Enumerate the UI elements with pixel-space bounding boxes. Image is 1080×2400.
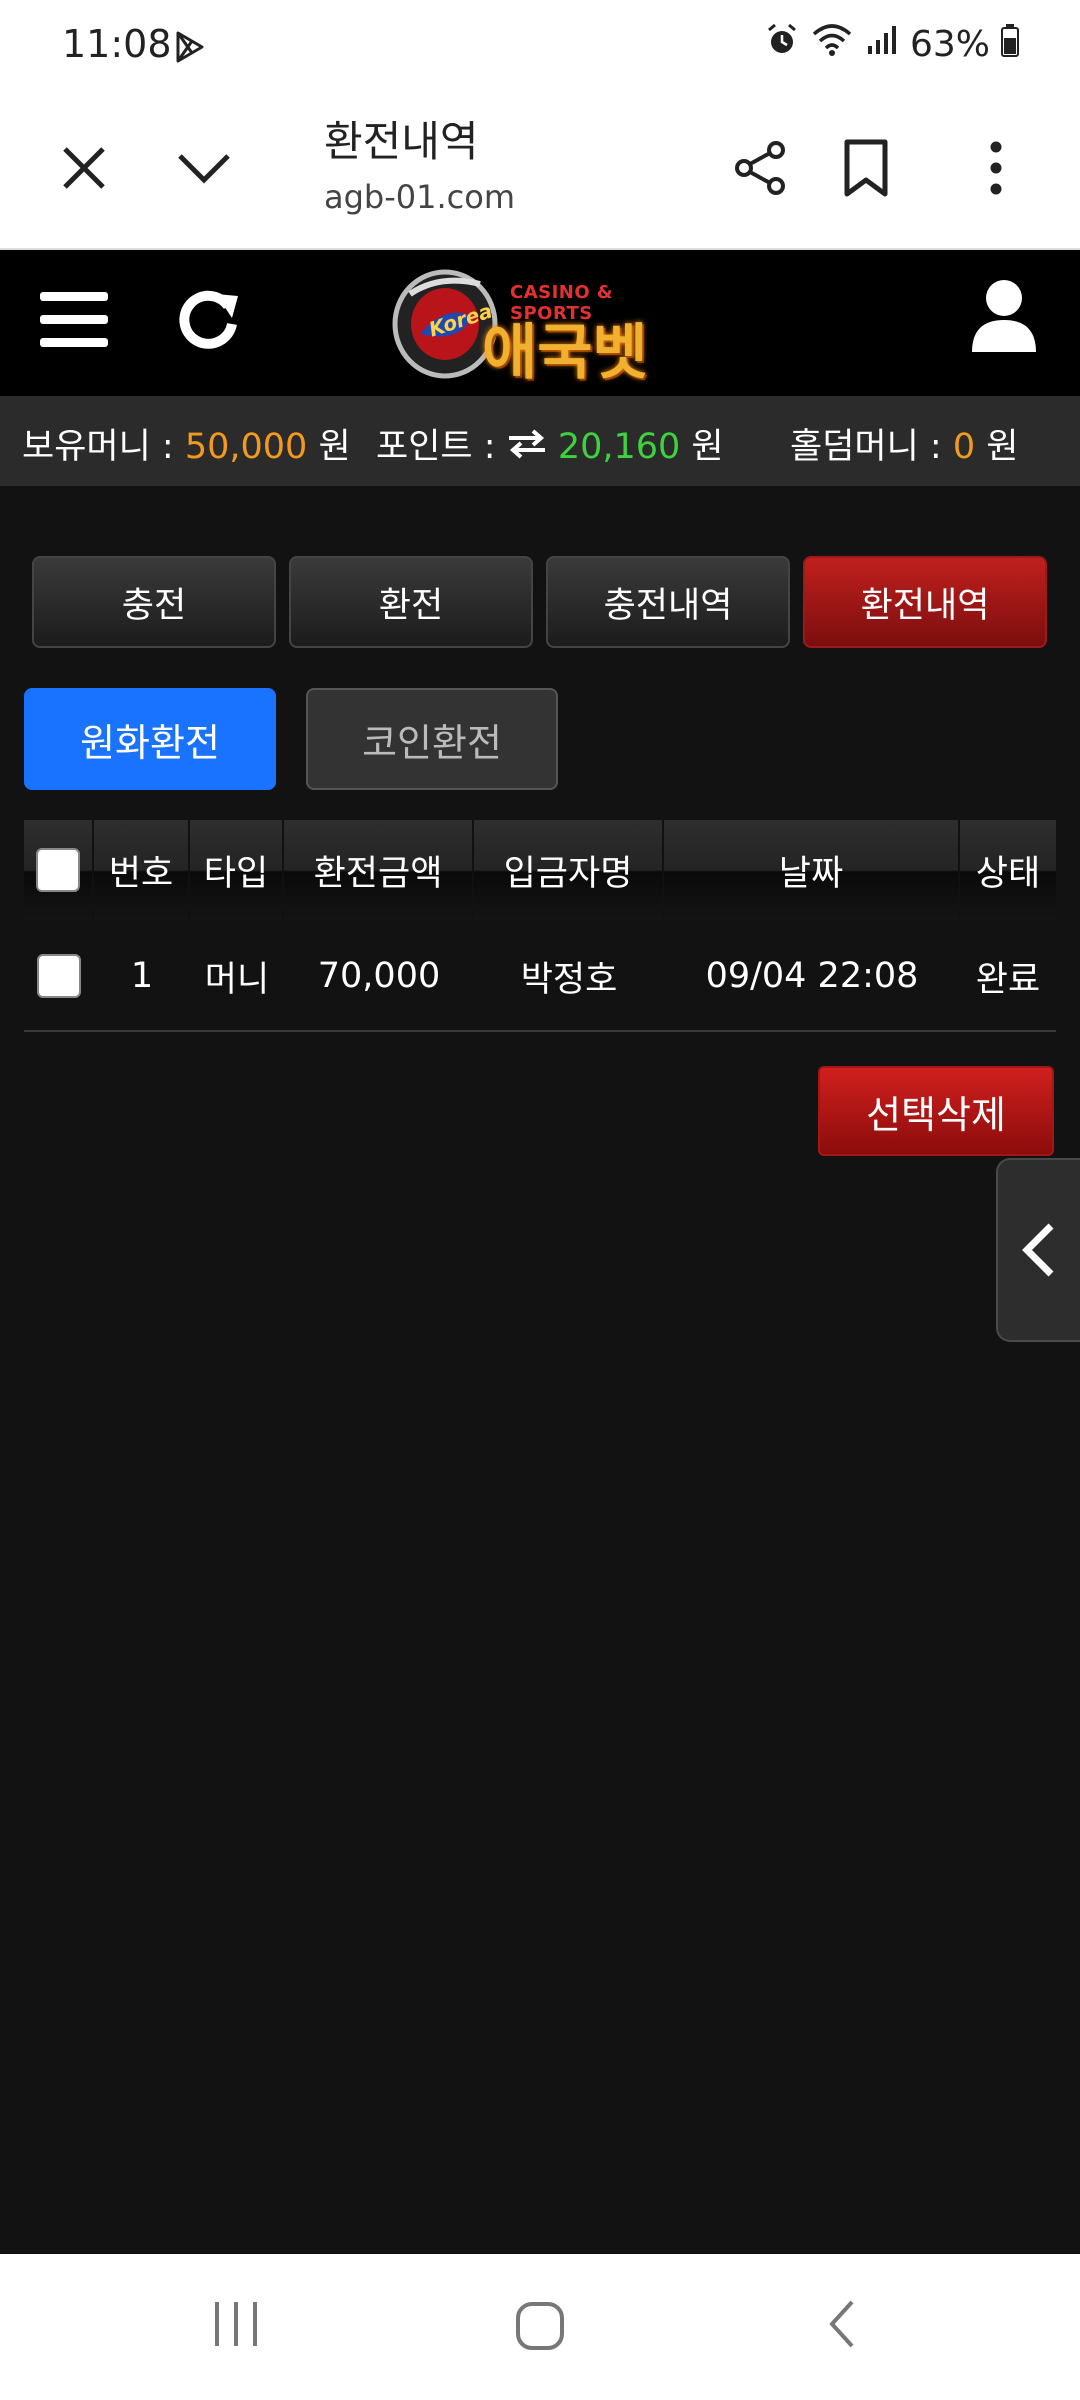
- table-row: 1 머니 70,000 박정호 09/04 22:08 완료: [24, 926, 1056, 1032]
- back-icon[interactable]: [812, 2294, 872, 2354]
- wifi-icon: [810, 22, 854, 67]
- header-depositor: 입금자명: [474, 820, 664, 920]
- close-icon[interactable]: [48, 132, 120, 204]
- status-time: 11:08: [62, 22, 172, 66]
- money-value: 50,000: [184, 427, 308, 467]
- cell-date: 09/04 22:08: [705, 956, 919, 996]
- point-value: 20,160: [557, 427, 681, 467]
- logo-name: 애국벳: [482, 318, 648, 388]
- delete-selected-button[interactable]: 선택삭제: [818, 1066, 1054, 1156]
- browser-toolbar: 환전내역 agb-01.com: [0, 96, 1080, 250]
- point-label: 포인트 :: [376, 427, 496, 467]
- side-panel-toggle[interactable]: [996, 1158, 1080, 1342]
- tab-withdraw-history[interactable]: 환전내역: [803, 556, 1047, 648]
- bookmark-icon[interactable]: [826, 128, 906, 208]
- header-date: 날짜: [664, 820, 960, 920]
- site-logo[interactable]: Korea CASINO & SPORTS 애국벳: [390, 256, 680, 388]
- page-title: 환전내역: [324, 117, 479, 166]
- money-balance: 보유머니 : 50,000 원: [22, 418, 351, 469]
- page-url[interactable]: agb-01.com: [324, 178, 515, 216]
- system-nav-bar: [0, 2254, 1080, 2400]
- table-header: 번호 타입 환전금액 입금자명 날짜 상태: [24, 820, 1056, 920]
- money-unit: 원: [318, 427, 351, 467]
- header-status: 상태: [975, 853, 1041, 894]
- money-label: 보유머니 :: [22, 427, 174, 467]
- holdem-label: 홀덤머니 :: [790, 427, 942, 467]
- alarm-icon: [764, 22, 800, 67]
- holdem-unit: 원: [986, 427, 1019, 467]
- signal-icon: [864, 22, 900, 67]
- holdem-balance: 홀덤머니 : 0 원: [790, 418, 1018, 469]
- chevron-left-icon: [1022, 1223, 1054, 1277]
- point-convert-icon[interactable]: [507, 428, 547, 469]
- cell-status: 완료: [975, 959, 1041, 1000]
- battery-percent: 63%: [909, 24, 990, 65]
- tab-withdraw[interactable]: 환전: [289, 556, 533, 648]
- header-amount: 환전금액: [284, 820, 474, 920]
- select-all-checkbox[interactable]: [36, 848, 80, 892]
- chevron-down-icon[interactable]: [168, 132, 240, 204]
- play-store-icon: [172, 30, 206, 68]
- cell-no: 1: [130, 956, 154, 996]
- balance-bar: 보유머니 : 50,000 원 포인트 : 20,160 원 홀덤머니 : 0 …: [0, 396, 1080, 486]
- home-icon[interactable]: [508, 2294, 572, 2358]
- row-select-cell: [24, 926, 94, 1026]
- point-unit: 원: [691, 427, 724, 467]
- more-options-icon[interactable]: [956, 128, 1036, 208]
- user-icon[interactable]: [968, 276, 1040, 360]
- tab-deposit-history[interactable]: 충전내역: [546, 556, 790, 648]
- row-checkbox[interactable]: [37, 954, 81, 998]
- subtab-krw-withdraw[interactable]: 원화환전: [24, 688, 276, 790]
- recent-apps-icon[interactable]: [206, 2294, 266, 2354]
- header-type: 타입: [190, 820, 284, 920]
- subtab-coin-withdraw[interactable]: 코인환전: [306, 688, 558, 790]
- cell-type: 머니: [204, 959, 270, 1000]
- cell-amount: 70,000: [317, 956, 441, 996]
- refresh-icon[interactable]: [176, 286, 242, 356]
- menu-icon[interactable]: [38, 288, 110, 356]
- share-icon[interactable]: [720, 128, 800, 208]
- status-bar: 11:08 63%: [0, 0, 1080, 96]
- tab-deposit[interactable]: 충전: [32, 556, 276, 648]
- battery-icon: [1000, 22, 1020, 67]
- select-all-cell: [24, 820, 94, 920]
- header-no: 번호: [94, 820, 190, 920]
- point-balance: 포인트 : 20,160 원: [376, 418, 724, 469]
- holdem-value: 0: [952, 427, 976, 467]
- cell-depositor: 박정호: [520, 959, 618, 1000]
